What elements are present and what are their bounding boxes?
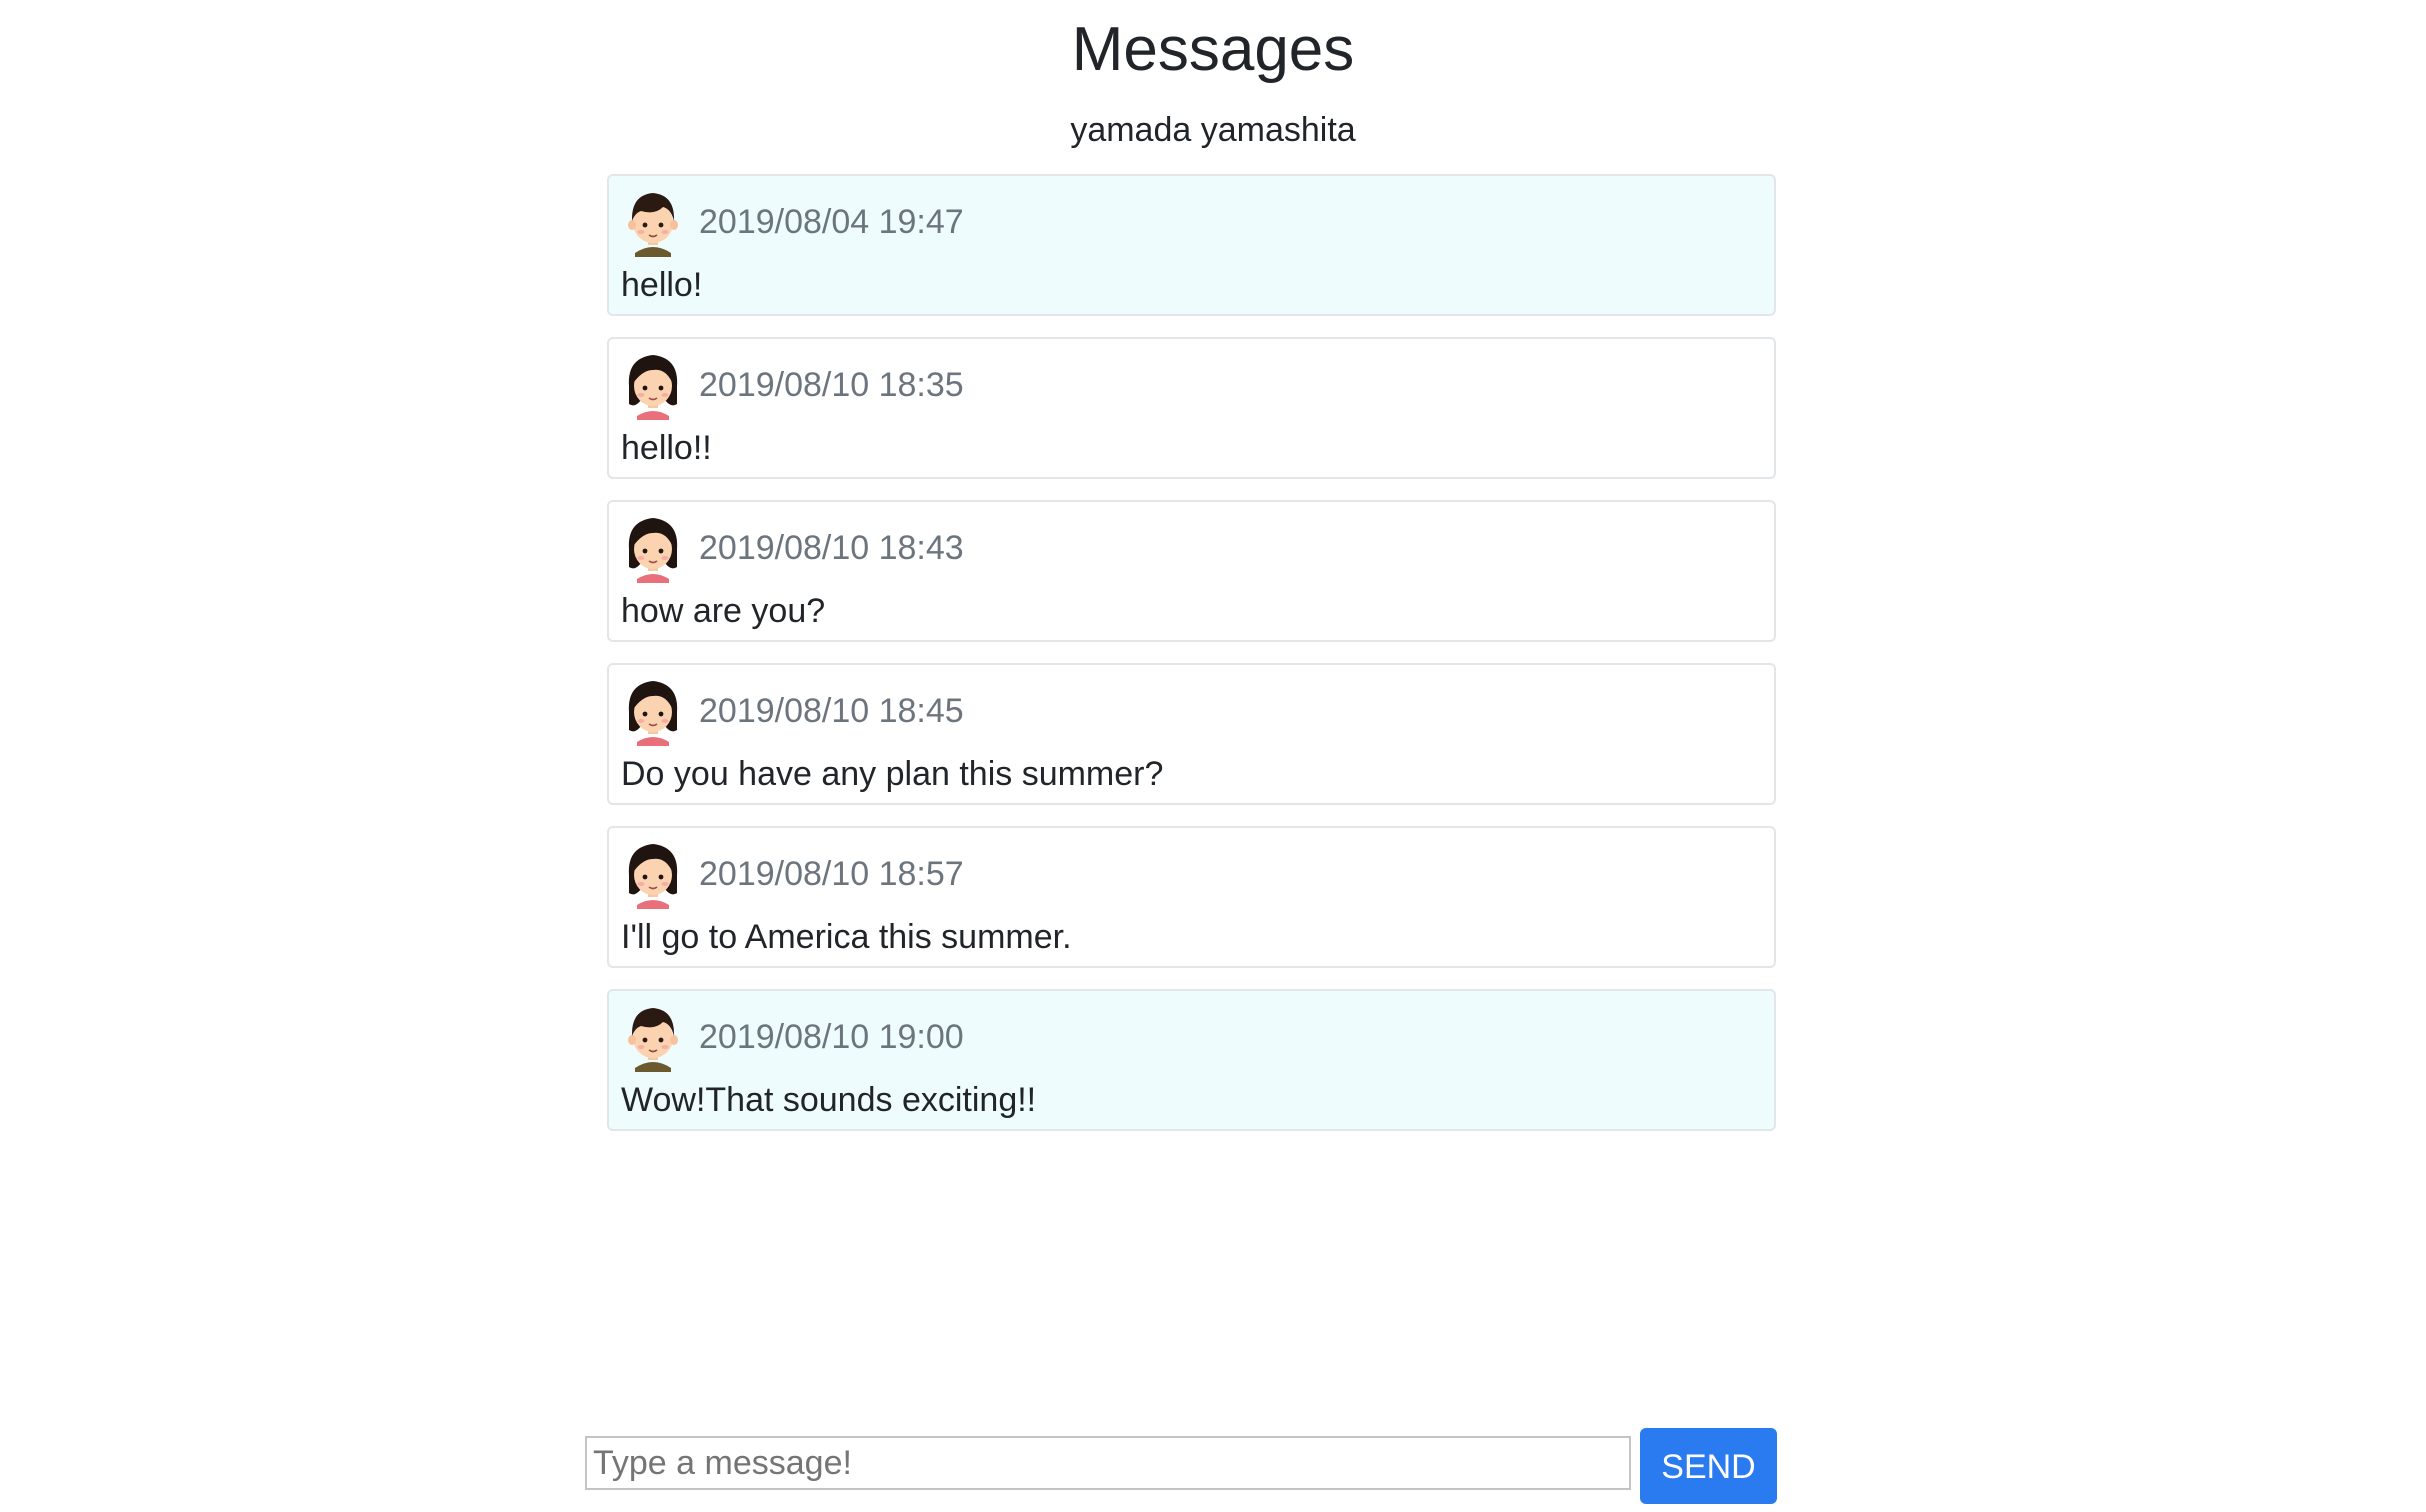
message-timestamp: 2019/08/10 18:35: [699, 366, 964, 404]
message-card: 2019/08/10 18:35 hello!!: [607, 337, 1776, 479]
message-text: I'll go to America this summer.: [621, 918, 1072, 956]
message-text: Wow!That sounds exciting!!: [621, 1081, 1037, 1119]
message-header: 2019/08/10 18:35: [621, 349, 1762, 421]
message-card: 2019/08/04 19:47 hello!: [607, 174, 1776, 316]
sender-avatar: [621, 839, 685, 909]
sender-avatar: [621, 350, 685, 420]
sender-avatar: [621, 513, 685, 583]
message-timestamp: 2019/08/10 19:00: [699, 1018, 964, 1056]
message-text: hello!!: [621, 429, 712, 467]
message-list: 2019/08/04 19:47 hello! 2019/08/10 18:35…: [607, 174, 1776, 1152]
girl-avatar-icon: [628, 518, 678, 583]
girl-avatar-icon: [628, 844, 678, 909]
message-header: 2019/08/04 19:47: [621, 186, 1762, 258]
message-text: hello!: [621, 266, 703, 304]
message-timestamp: 2019/08/10 18:43: [699, 529, 964, 567]
message-timestamp: 2019/08/10 18:45: [699, 692, 964, 730]
boy-avatar-icon: [628, 193, 678, 257]
message-timestamp: 2019/08/10 18:57: [699, 855, 964, 893]
message-text: how are you?: [621, 592, 826, 630]
message-text: Do you have any plan this summer?: [621, 755, 1164, 793]
message-header: 2019/08/10 18:45: [621, 675, 1762, 747]
message-header: 2019/08/10 18:57: [621, 838, 1762, 910]
message-card: 2019/08/10 18:45 Do you have any plan th…: [607, 663, 1776, 805]
message-card: 2019/08/10 18:43 how are you?: [607, 500, 1776, 642]
message-card: 2019/08/10 18:57 I'll go to America this…: [607, 826, 1776, 968]
conversation-partner-name: yamada yamashita: [1070, 111, 1356, 149]
sender-avatar: [621, 1002, 685, 1072]
boy-avatar-icon: [628, 1008, 678, 1072]
messages-page: Messages yamada yamashita 2019/08/04 19:…: [0, 0, 2426, 1512]
message-input[interactable]: [585, 1436, 1631, 1490]
sender-avatar: [621, 676, 685, 746]
girl-avatar-icon: [628, 355, 678, 420]
message-composer: SEND: [585, 1428, 1777, 1504]
message-header: 2019/08/10 19:00: [621, 1001, 1762, 1073]
page-title: Messages: [1071, 15, 1355, 84]
message-header: 2019/08/10 18:43: [621, 512, 1762, 584]
message-timestamp: 2019/08/04 19:47: [699, 203, 964, 241]
girl-avatar-icon: [628, 681, 678, 746]
send-button[interactable]: SEND: [1640, 1428, 1777, 1504]
sender-avatar: [621, 187, 685, 257]
message-card: 2019/08/10 19:00 Wow!That sounds excitin…: [607, 989, 1776, 1131]
